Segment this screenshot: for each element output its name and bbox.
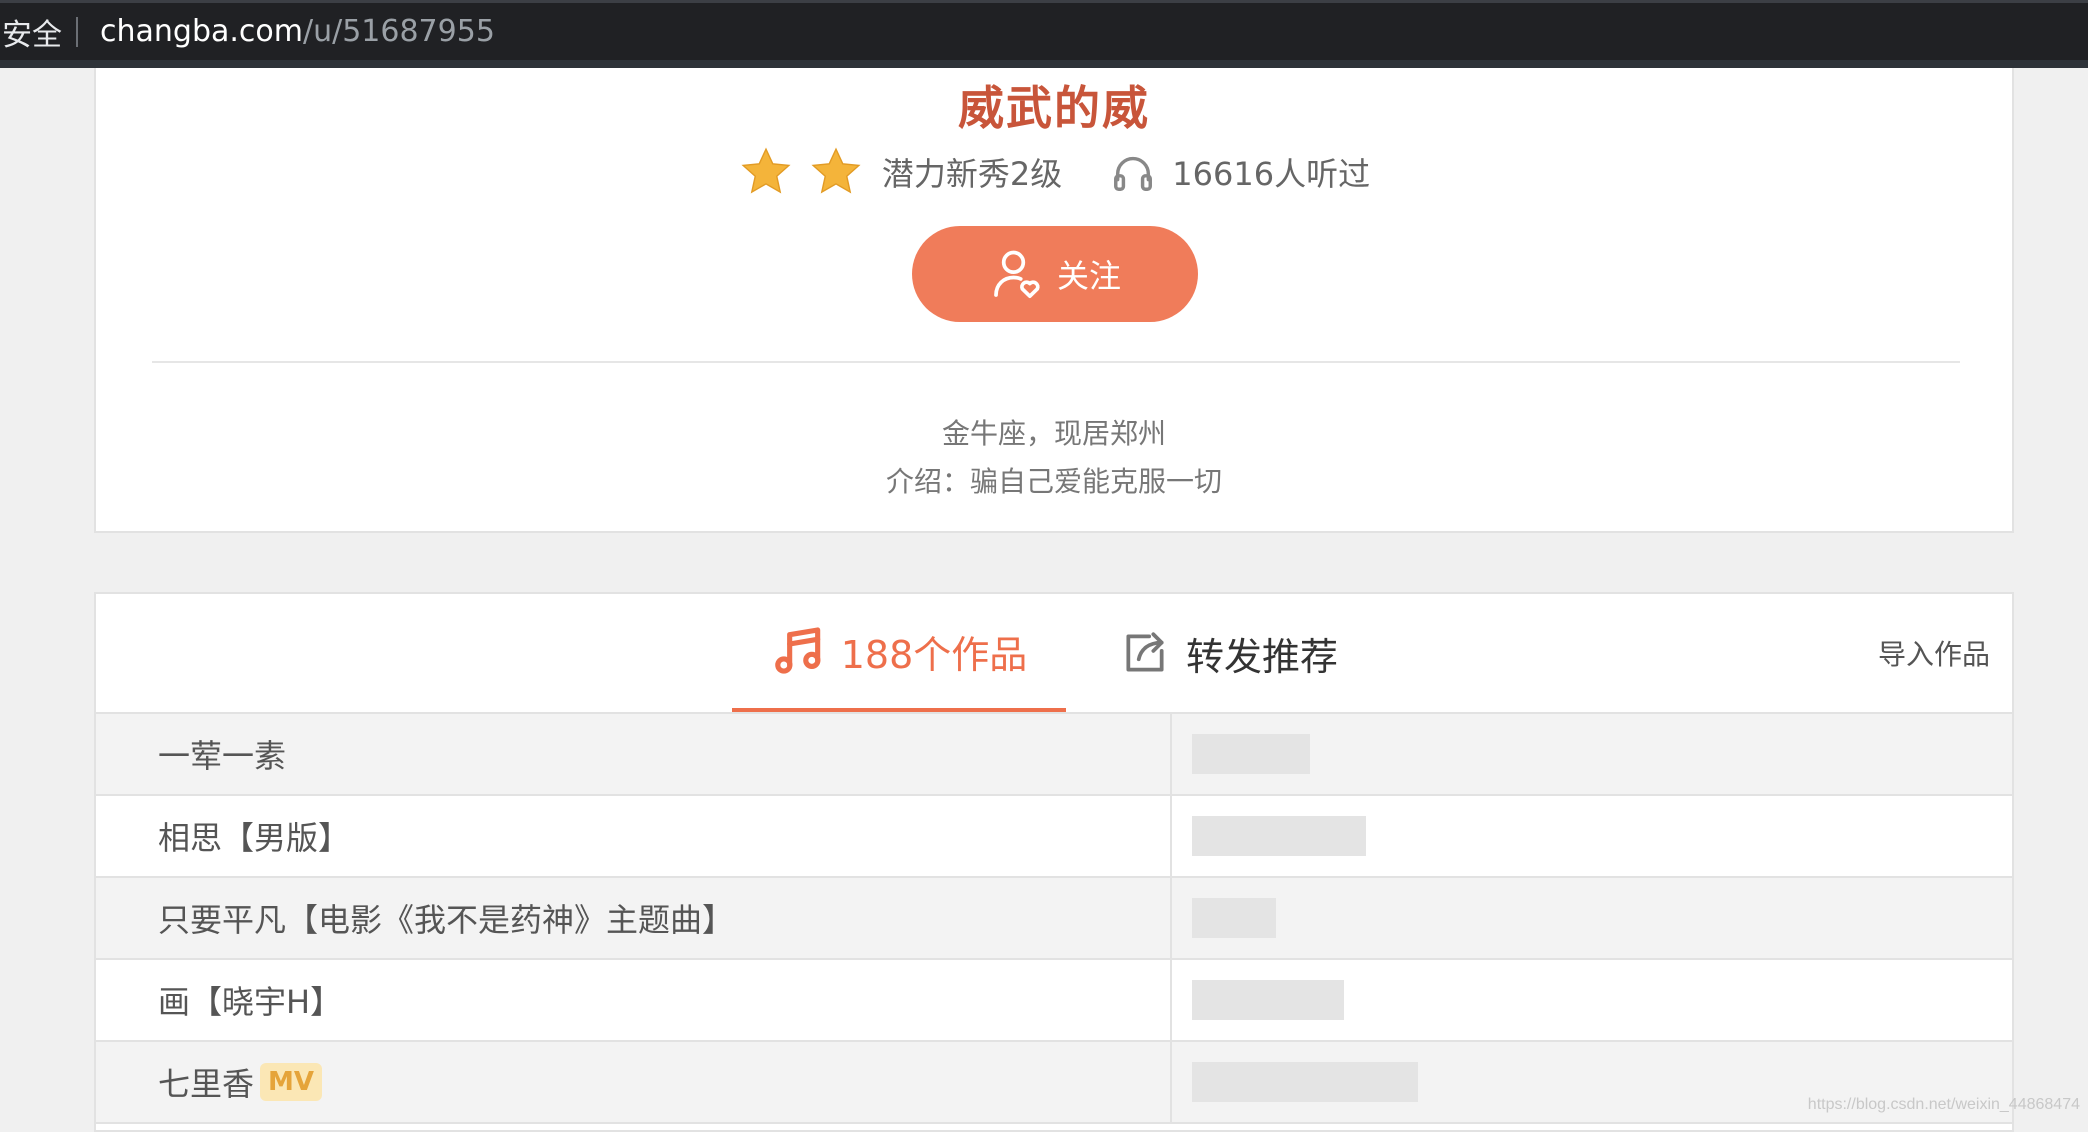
song-title[interactable]: 七里香 xyxy=(158,1059,254,1105)
song-title[interactable]: 一荤一素 xyxy=(158,714,286,794)
tab-recommend-label: 转发推荐 xyxy=(1186,634,1339,679)
url-path[interactable]: /u/51687955 xyxy=(303,14,495,49)
address-separator xyxy=(76,16,78,47)
works-card: 188个作品 转发推荐 导入作品 一荤一素 相思【男版】 只要平凡【电影《我不是… xyxy=(94,592,2014,1132)
song-meta-placeholder xyxy=(1192,816,1366,856)
music-note-icon xyxy=(774,627,821,674)
song-title-row[interactable]: 七里香 MV xyxy=(158,1042,323,1122)
song-title[interactable]: 画【晓宇H】 xyxy=(158,960,342,1040)
follow-heart-icon xyxy=(994,250,1040,299)
column-separator xyxy=(1170,960,1172,1040)
introduction: 介绍：骗自己爱能克服一切 xyxy=(885,465,1222,498)
user-name: 威武的威 xyxy=(958,81,1150,135)
share-icon xyxy=(1126,632,1164,672)
star-icon xyxy=(811,147,861,194)
profile-divider xyxy=(152,361,1960,363)
toolbar-shadow xyxy=(0,60,2088,68)
profile-card: 威武的威 潜力新秀2级 16616人听过 关注 金牛座，现居郑州 介绍：骗自己爱… xyxy=(94,68,2014,533)
works-tabs: 188个作品 转发推荐 导入作品 xyxy=(96,594,2012,714)
column-separator xyxy=(1170,714,1172,794)
level-row: 潜力新秀2级 16616人听过 xyxy=(96,142,2012,202)
follow-label: 关注 xyxy=(1056,257,1121,295)
star-icon xyxy=(741,147,791,194)
profile-info: 金牛座，现居郑州 介绍：骗自己爱能克服一切 xyxy=(96,410,2012,506)
column-separator xyxy=(1170,1042,1172,1122)
song-row[interactable]: 七里香 MV xyxy=(96,1042,2012,1124)
song-meta-placeholder xyxy=(1192,980,1344,1020)
song-meta-placeholder xyxy=(1192,734,1310,774)
song-meta-placeholder xyxy=(1192,1062,1418,1102)
level-label: 潜力新秀2级 xyxy=(881,155,1063,193)
song-row[interactable]: 画【晓宇H】 xyxy=(96,960,2012,1042)
tab-recommend[interactable]: 转发推荐 xyxy=(1120,594,1338,712)
song-meta-placeholder xyxy=(1192,898,1276,938)
mv-badge[interactable]: MV xyxy=(260,1063,323,1101)
song-title[interactable]: 只要平凡【电影《我不是药神》主题曲】 xyxy=(158,878,734,958)
song-list: 一荤一素 相思【男版】 只要平凡【电影《我不是药神》主题曲】 画【晓宇H】 七里… xyxy=(96,714,2012,1124)
zodiac-location: 金牛座，现居郑州 xyxy=(941,417,1166,450)
watermark: https://blog.csdn.net/weixin_44868474 xyxy=(1807,1096,2080,1113)
url-host[interactable]: changba.com xyxy=(100,14,303,49)
song-row[interactable]: 相思【男版】 xyxy=(96,796,2012,878)
follow-button[interactable]: 关注 xyxy=(912,226,1198,322)
column-separator xyxy=(1170,878,1172,958)
column-separator xyxy=(1170,796,1172,876)
security-label[interactable]: 安全 xyxy=(0,10,62,54)
song-title[interactable]: 相思【男版】 xyxy=(158,796,350,876)
listen-count: 16616人听过 xyxy=(1172,155,1371,193)
song-row[interactable]: 只要平凡【电影《我不是药神》主题曲】 xyxy=(96,878,2012,960)
song-row[interactable]: 一荤一素 xyxy=(96,714,2012,796)
headphones-icon xyxy=(1114,156,1153,191)
import-works-link[interactable]: 导入作品 xyxy=(1878,594,1990,712)
browser-address-bar[interactable]: 安全 changba.com/u/51687955 xyxy=(0,0,2088,60)
tab-works-label: 188个作品 xyxy=(840,632,1028,677)
tab-works[interactable]: 188个作品 xyxy=(732,594,1066,712)
